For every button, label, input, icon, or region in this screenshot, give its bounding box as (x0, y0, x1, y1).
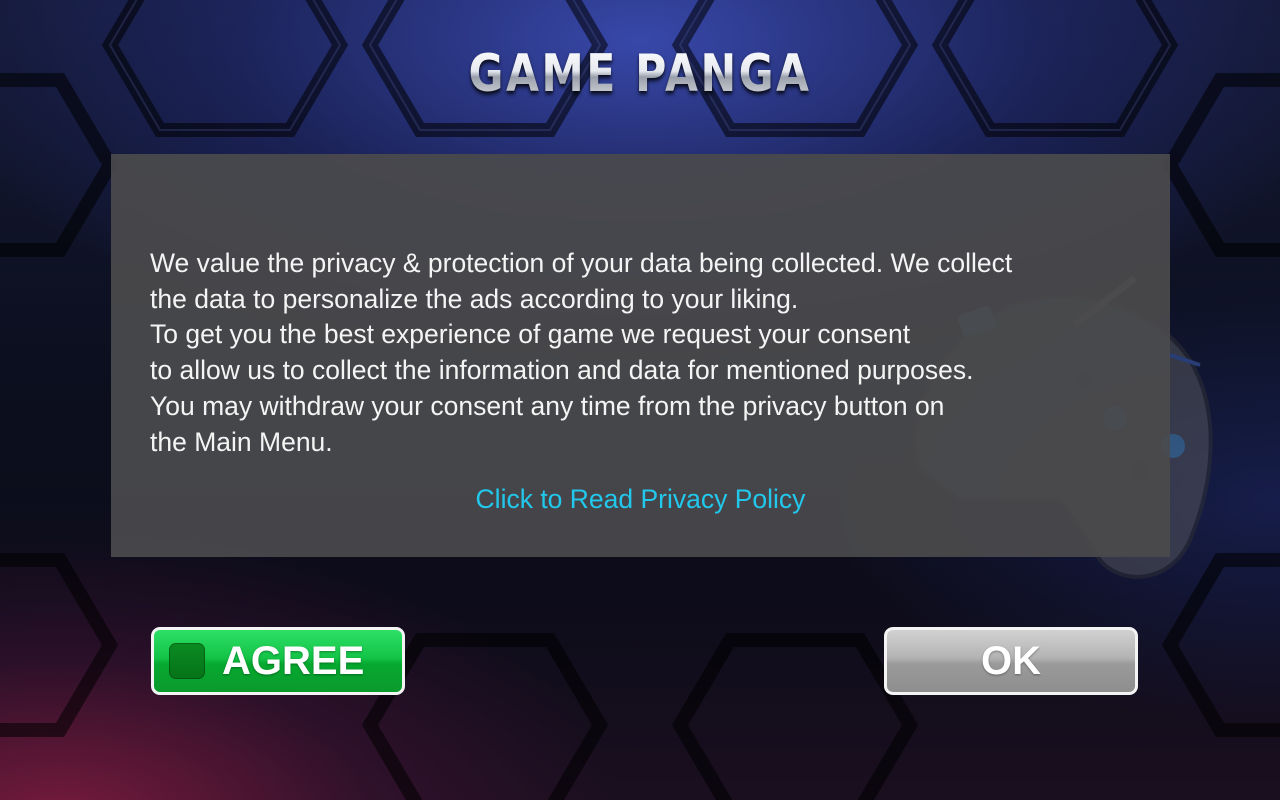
consent-message-line: To get you the best experience of game w… (150, 319, 911, 350)
checkbox-icon (169, 643, 205, 679)
game-title: GAME PANGA (115, 44, 1165, 104)
consent-message: We value the privacy & protection of you… (150, 246, 1140, 460)
privacy-policy-link[interactable]: Click to Read Privacy Policy (111, 484, 1170, 515)
consent-message-line: the Main Menu. (150, 426, 333, 457)
consent-message-line: We value the privacy & protection of you… (150, 248, 1013, 278)
ok-button[interactable]: OK (884, 627, 1138, 695)
game-screen: GAME PANGA We value the privacy & protec… (0, 0, 1280, 800)
agree-button[interactable]: AGREE (151, 627, 405, 695)
privacy-consent-panel: We value the privacy & protection of you… (111, 154, 1170, 557)
ok-button-label: OK (981, 639, 1041, 683)
consent-message-line: the data to personalize the ads accordin… (150, 283, 799, 314)
consent-message-line: to allow us to collect the information a… (150, 355, 974, 386)
agree-button-label: AGREE (222, 639, 365, 683)
consent-message-line: You may withdraw your consent any time f… (150, 390, 945, 421)
